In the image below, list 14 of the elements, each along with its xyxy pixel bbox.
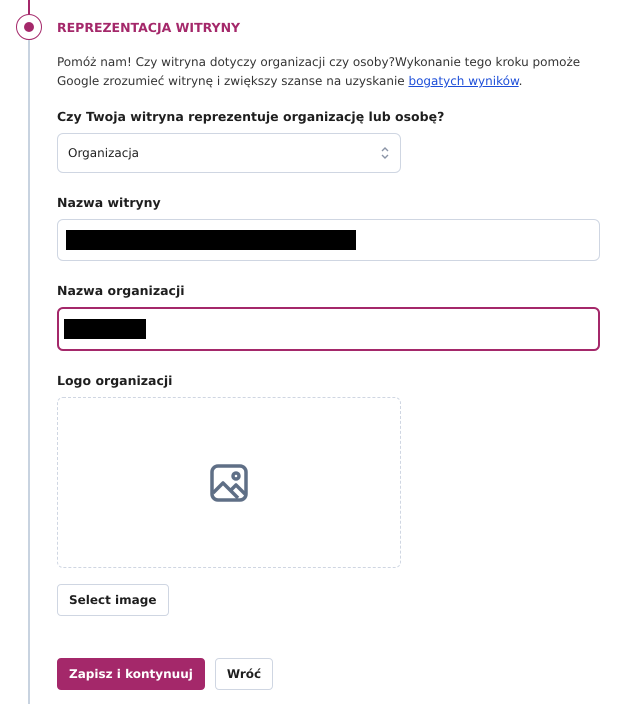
- field-label: Nazwa witryny: [57, 195, 162, 210]
- select-image-button[interactable]: Select image: [57, 584, 169, 616]
- rich-results-link[interactable]: bogatych wyników: [408, 74, 519, 88]
- text-field[interactable]: [57, 307, 600, 351]
- type-select[interactable]: Organizacja: [57, 133, 401, 173]
- back-button[interactable]: Wróć: [214, 658, 274, 690]
- image-icon: [209, 462, 249, 502]
- chevron-updown-icon: [380, 146, 390, 160]
- field-label: Logo organizacji: [57, 373, 174, 388]
- intro-text: Pomóż nam! Czy witryna dotyczy organizacji czy osoby?Wykonanie tego kroku pomoże Google zrozumieć witrynę i zwiększy szanse na uzyskanie bogatych wyników.: [57, 54, 582, 90]
- save-button[interactable]: Zapisz i kontynuuj: [57, 658, 205, 690]
- field-label: Nazwa organizacji: [57, 283, 186, 298]
- step-title: REPREZENTACJA WITRYNY: [57, 20, 242, 35]
- field-label: Czy Twoja witryna reprezentuje organizację lub osobę?: [57, 109, 446, 124]
